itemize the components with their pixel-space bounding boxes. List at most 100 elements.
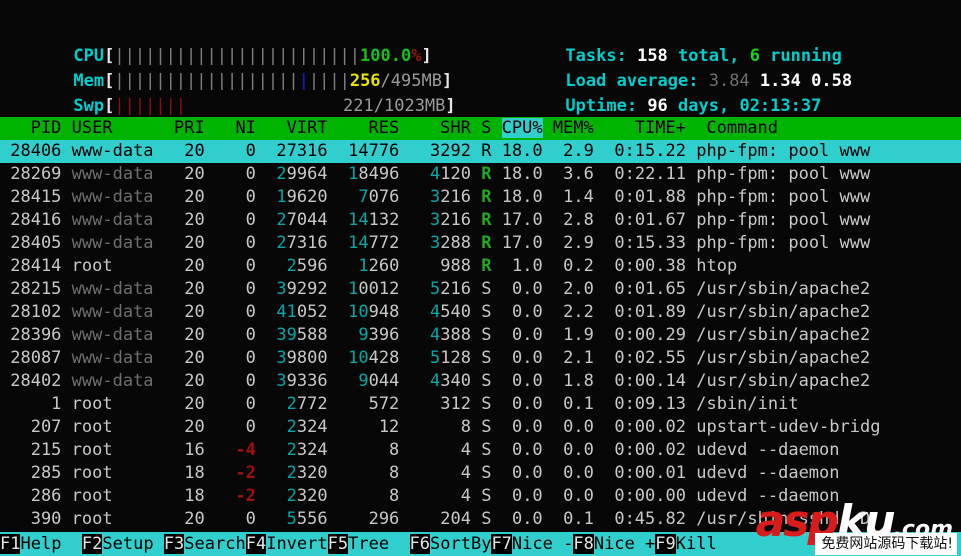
cell-virt-pad: [266, 233, 276, 253]
cell-user: www-data: [72, 325, 164, 345]
table-row[interactable]: 390 root 20 0 5556 296 204 S 0.0 0.1 0:4…: [0, 508, 961, 531]
uptime-label: Uptime:: [565, 96, 647, 116]
cell-virt: 7044: [287, 210, 328, 230]
cell-time: 0:00.29: [604, 325, 696, 345]
cell-mem-percent: 0.1: [553, 509, 604, 529]
table-row[interactable]: 28087 www-data 20 0 39800 10428 5128 S 0…: [0, 347, 961, 370]
cell-user: www-data: [72, 279, 164, 299]
cell-res-gap: [399, 417, 409, 437]
cell-state: S: [481, 417, 501, 437]
table-row[interactable]: 28396 www-data 20 0 39588 9396 4388 S 0.…: [0, 324, 961, 347]
cell-res-gap: [399, 187, 409, 207]
cell-virt-gap: [328, 187, 338, 207]
cell-shr-pad: [410, 210, 430, 230]
process-table-header[interactable]: PID USER PRI NI VIRT RES SHR S CPU% MEM%…: [0, 117, 961, 140]
cell-command: php-fpm: pool www: [696, 164, 870, 184]
cell-virt-hi: 2: [276, 210, 286, 230]
table-row[interactable]: 215 root 16 -4 2324 8 4 S 0.0 0.0 0:00.0…: [0, 439, 961, 462]
cell-shr-hi: 3: [430, 187, 440, 207]
table-row[interactable]: 28415 www-data 20 0 19620 7076 3216 R 18…: [0, 186, 961, 209]
cell-virt-gap: [328, 509, 338, 529]
cell-time: 0:00.38: [604, 256, 696, 276]
function-key-f4: F4: [246, 534, 266, 554]
table-row[interactable]: 28416 www-data 20 0 27044 14132 3216 R 1…: [0, 209, 961, 232]
function-key-bar[interactable]: F1Help F2Setup F3SearchF4InvertF5Tree F6…: [0, 532, 961, 556]
cell-time: 0:00.01: [604, 463, 696, 483]
cell-pid: 207: [0, 417, 72, 437]
cell-res-hi: 1: [358, 256, 368, 276]
cell-res-gap: [399, 302, 409, 322]
cell-res-hi: 7: [358, 187, 368, 207]
table-row[interactable]: 28414 root 20 0 2596 1260 988 R 1.0 0.2 …: [0, 255, 961, 278]
cell-time: 0:00.14: [604, 371, 696, 391]
cell-res-pad: [338, 233, 348, 253]
cell-shr-gap: [471, 371, 481, 391]
cell-nice: 0: [215, 141, 266, 161]
table-row[interactable]: 28215 www-data 20 0 39292 10012 5216 S 0…: [0, 278, 961, 301]
cell-virt-gap: [328, 164, 338, 184]
cell-shr-gap: [471, 394, 481, 414]
cell-mem-percent: 2.0: [553, 279, 604, 299]
cell-virt: 9620: [287, 187, 328, 207]
process-list[interactable]: 28406 www-data 20 0 27316 14776 3292 R 1…: [0, 140, 961, 531]
cell-shr-hi: 4: [430, 371, 440, 391]
cell-command: /usr/sbin/sshd -D: [696, 509, 870, 529]
cell-shr: 120: [440, 164, 471, 184]
function-label-f3[interactable]: Search: [184, 534, 245, 554]
cell-res-hi: 1: [348, 279, 358, 299]
cell-shr-pad: [410, 394, 441, 414]
cell-cpu-percent: 18.0: [502, 187, 553, 207]
cell-virt-hi: 3: [276, 348, 286, 368]
function-label-f7[interactable]: Nice -: [512, 534, 573, 554]
cell-user: root: [72, 486, 164, 506]
cell-virt-pad: [266, 325, 276, 345]
cell-user: www-data: [72, 348, 164, 368]
cell-virt-hi: 2: [287, 256, 297, 276]
cell-res-gap: [399, 371, 409, 391]
function-label-f6[interactable]: SortBy: [430, 534, 491, 554]
cell-user: root: [72, 417, 164, 437]
cell-res-pad: [338, 440, 389, 460]
cell-virt-gap: [328, 141, 338, 161]
tasks-stat: Tasks: 158 total, 6 running: [504, 22, 842, 45]
table-row[interactable]: 28102 www-data 20 0 41052 10948 4540 S 0…: [0, 301, 961, 324]
cell-res: 8: [389, 440, 399, 460]
function-label-f5[interactable]: Tree: [348, 534, 409, 554]
table-row[interactable]: 285 root 18 -2 2320 8 4 S 0.0 0.0 0:00.0…: [0, 462, 961, 485]
table-row[interactable]: 286 root 18 -2 2320 8 4 S 0.0 0.0 0:00.0…: [0, 485, 961, 508]
cell-res-pad: [338, 486, 389, 506]
cell-user: root: [72, 509, 164, 529]
cell-state: S: [481, 302, 501, 322]
function-label-f8[interactable]: Nice +: [594, 534, 655, 554]
function-label-f2[interactable]: Setup: [102, 534, 163, 554]
table-row[interactable]: 28402 www-data 20 0 39336 9044 4340 S 0.…: [0, 370, 961, 393]
table-row[interactable]: 28269 www-data 20 0 29964 18496 4120 R 1…: [0, 163, 961, 186]
table-row[interactable]: 28405 www-data 20 0 27316 14772 3288 R 1…: [0, 232, 961, 255]
cell-virt-hi: 3: [276, 371, 286, 391]
cell-nice: 0: [215, 187, 266, 207]
cell-command: udevd --daemon: [696, 440, 839, 460]
cell-pri: 20: [164, 394, 215, 414]
table-row[interactable]: 1 root 20 0 2772 572 312 S 0.0 0.1 0:09.…: [0, 393, 961, 416]
cell-res: 260: [369, 256, 400, 276]
cell-res-gap: [399, 486, 409, 506]
header-state: S: [481, 118, 501, 138]
table-row[interactable]: 28406 www-data 20 0 27316 14776 3292 R 1…: [0, 140, 961, 163]
table-row[interactable]: 207 root 20 0 2324 12 8 S 0.0 0.0 0:00.0…: [0, 416, 961, 439]
cell-shr-pad: [410, 463, 461, 483]
cell-pid: 28087: [0, 348, 72, 368]
cell-res-hi: 9: [358, 325, 368, 345]
cell-pri: 20: [164, 210, 215, 230]
cell-virt-pad: [266, 141, 276, 161]
cell-res-gap: [399, 509, 409, 529]
cell-res-pad: [338, 348, 348, 368]
function-label-f1[interactable]: Help: [20, 534, 81, 554]
function-label-f9[interactable]: Kill: [676, 534, 737, 554]
cell-pid: 1: [0, 394, 72, 414]
cell-res-hi: 14: [348, 210, 368, 230]
cell-pid: 390: [0, 509, 72, 529]
function-label-f4[interactable]: Invert: [266, 534, 327, 554]
cell-time: 0:15.33: [604, 233, 696, 253]
cell-nice: 0: [215, 233, 266, 253]
cell-virt-hi: 2: [287, 486, 297, 506]
